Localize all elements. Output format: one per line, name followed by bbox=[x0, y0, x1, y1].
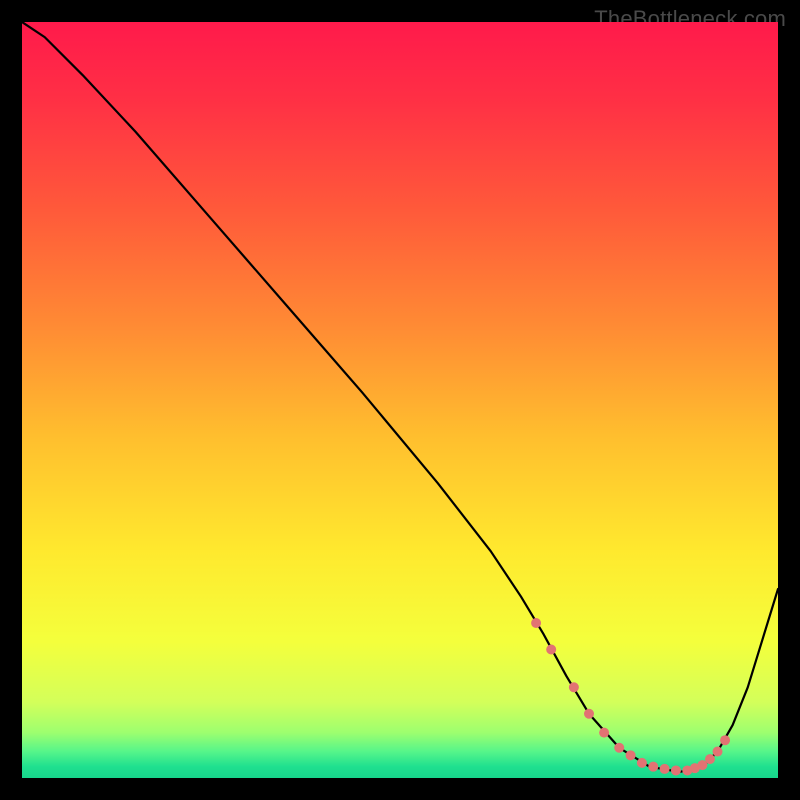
chart-svg bbox=[22, 22, 778, 778]
marker-point bbox=[713, 747, 723, 757]
marker-point bbox=[599, 728, 609, 738]
marker-point bbox=[671, 765, 681, 775]
marker-point bbox=[614, 743, 624, 753]
marker-point bbox=[720, 735, 730, 745]
marker-point bbox=[584, 709, 594, 719]
marker-point bbox=[569, 682, 579, 692]
chart-frame: TheBottleneck.com bbox=[0, 0, 800, 800]
marker-point bbox=[626, 750, 636, 760]
marker-point bbox=[546, 644, 556, 654]
marker-point bbox=[637, 758, 647, 768]
marker-point bbox=[531, 618, 541, 628]
gradient-background bbox=[22, 22, 778, 778]
marker-point bbox=[705, 754, 715, 764]
plot-area bbox=[22, 22, 778, 778]
marker-point bbox=[648, 762, 658, 772]
marker-point bbox=[660, 764, 670, 774]
